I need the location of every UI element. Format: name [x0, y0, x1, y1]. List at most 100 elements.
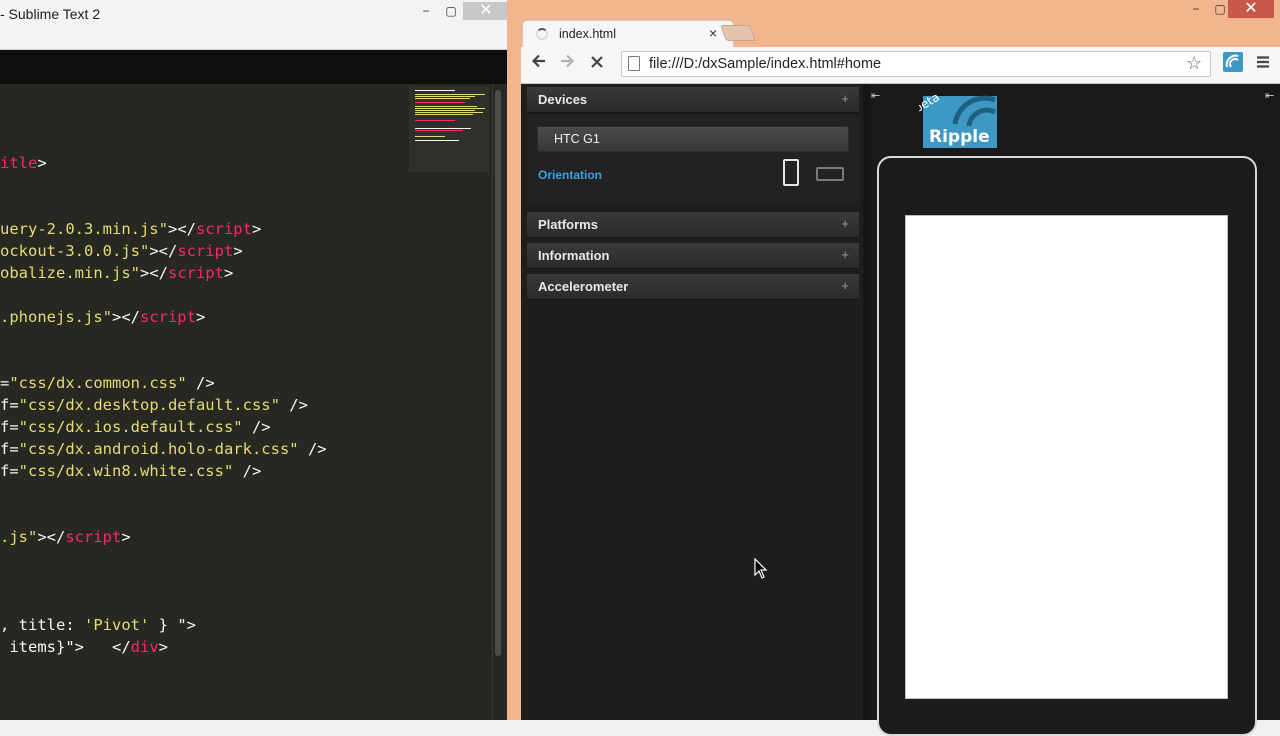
device-select[interactable]: HTC G1 — [537, 126, 849, 152]
sublime-tab-bar — [0, 50, 507, 84]
code-token: > — [251, 220, 262, 238]
browser-tab[interactable]: index.html × — [522, 20, 734, 48]
url-text: file:///D:/dxSample/index.html#home — [649, 56, 882, 72]
minimap-line — [415, 94, 485, 95]
panel-header-information[interactable]: Information + — [527, 243, 859, 269]
code-token: f= — [0, 418, 19, 436]
code-line[interactable]: f="css/dx.win8.white.css" /> — [0, 460, 261, 482]
minimap-line — [415, 120, 455, 121]
panel-expand-icon[interactable]: + — [841, 247, 849, 262]
sublime-maximize-button[interactable]: ▢ — [437, 2, 465, 20]
code-token: ></ — [139, 264, 168, 282]
code-token: > — [37, 154, 47, 172]
code-token: "css/dx.ios.default.css" — [18, 418, 243, 436]
sublime-titlebar: - Sublime Text 2 − ▢ ✕ — [0, 0, 509, 50]
minimap-line — [415, 130, 463, 131]
panel-expand-icon[interactable]: + — [841, 278, 849, 293]
minimap-line — [415, 108, 485, 109]
code-token: .phonejs.js" — [0, 308, 112, 326]
collapse-left-icon[interactable]: ⇤ — [871, 89, 880, 102]
minimap-line — [415, 128, 471, 129]
sublime-close-button[interactable]: ✕ — [463, 2, 509, 20]
minimap-line — [415, 110, 475, 111]
tab-title: index.html — [559, 27, 616, 41]
panel-label: Devices — [538, 92, 588, 107]
code-line[interactable]: items}"> </div> — [0, 636, 168, 658]
bookmark-star-icon[interactable]: ☆ — [1186, 53, 1202, 74]
code-line[interactable]: .js"></script> — [0, 526, 131, 548]
code-editor[interactable]: itle> uery-2.0.3.min.js"></script> ockout-… — [0, 84, 492, 720]
page-viewport: Devices + HTC G1 Orientation Platforms +… — [521, 84, 1280, 736]
code-token: "css/dx.common.css" — [9, 374, 187, 392]
code-line[interactable]: .phonejs.js"></script> — [0, 306, 205, 328]
panel-label: Platforms — [538, 217, 598, 232]
panel-header-platforms[interactable]: Platforms + — [527, 212, 859, 238]
device-frame — [877, 156, 1257, 736]
tab-close-icon[interactable]: × — [709, 25, 717, 41]
code-line[interactable]: ockout-3.0.0.js"></script> — [0, 240, 243, 262]
panel-expand-icon[interactable]: + — [841, 91, 849, 106]
minimap-line — [415, 102, 465, 103]
code-line[interactable]: uery-2.0.3.min.js"></script> — [0, 218, 261, 240]
code-token: ></ — [37, 528, 66, 546]
code-line[interactable]: f="css/dx.ios.default.css" /> — [0, 416, 271, 438]
panel-label: Information — [538, 248, 610, 263]
code-token: = — [0, 374, 10, 392]
code-token: /> — [186, 374, 215, 392]
minimap-line — [415, 136, 445, 137]
sublime-window-title: - Sublime Text 2 — [0, 6, 101, 22]
devices-panel-body: HTC G1 Orientation — [527, 115, 859, 205]
code-line[interactable]: f="css/dx.desktop.default.css" /> — [0, 394, 308, 416]
new-tab-button[interactable] — [720, 25, 756, 41]
device-select-value: HTC G1 — [554, 132, 600, 146]
forward-arrow-icon[interactable] — [555, 52, 579, 76]
editor-scrollbar-thumb[interactable] — [495, 90, 501, 656]
code-token: /> — [242, 418, 271, 436]
minimap-line — [415, 112, 483, 113]
code-token: ></ — [149, 242, 178, 260]
stop-loading-icon[interactable] — [585, 52, 609, 76]
code-token: ockout-3.0.0.js" — [0, 242, 150, 260]
orientation-label: Orientation — [538, 168, 603, 182]
code-line[interactable]: itle> — [0, 152, 47, 174]
minimap-line — [415, 106, 477, 107]
device-screen[interactable] — [905, 215, 1228, 699]
portrait-orientation-icon[interactable] — [783, 159, 799, 186]
sublime-minimize-button[interactable]: − — [412, 2, 440, 20]
device-preview-area: ⇤ ⇤ Ripple beta — [869, 84, 1280, 736]
ripple-logo-text: Ripple — [929, 127, 990, 147]
sublime-window: - Sublime Text 2 − ▢ ✕ itle> uery-2.0.3.m… — [0, 0, 509, 720]
code-token: obalize.min.js" — [0, 264, 140, 282]
code-line[interactable]: obalize.min.js"></script> — [0, 262, 233, 284]
chrome-close-button[interactable]: ✕ — [1228, 0, 1274, 18]
code-token: script — [65, 528, 122, 546]
panel-header-accelerometer[interactable]: Accelerometer + — [527, 274, 859, 300]
minimap-line — [415, 114, 473, 115]
panel-label: Accelerometer — [538, 279, 629, 294]
code-token: > — [158, 638, 168, 656]
code-token: "css/dx.win8.white.css" — [18, 462, 234, 480]
code-line[interactable]: , title: 'Pivot' } "> — [0, 614, 196, 636]
menu-icon[interactable] — [1251, 52, 1275, 76]
code-token: script — [167, 264, 224, 282]
ripple-extension-icon[interactable] — [1221, 52, 1245, 76]
ripple-logo: Ripple beta — [911, 90, 997, 148]
ripple-settings-panel: Devices + HTC G1 Orientation Platforms +… — [521, 84, 863, 720]
collapse-right-icon[interactable]: ⇤ — [1265, 89, 1274, 102]
back-arrow-icon[interactable] — [527, 52, 551, 76]
minimap-line — [415, 98, 470, 99]
code-token: f= — [0, 396, 19, 414]
chrome-window: − ▢ ✕ index.html × file:///D:/dxSample/i… — [514, 0, 1280, 736]
minimap[interactable] — [409, 86, 489, 172]
code-token: > — [121, 528, 131, 546]
address-bar[interactable]: file:///D:/dxSample/index.html#home ☆ — [621, 51, 1211, 77]
code-line[interactable]: f="css/dx.android.holo-dark.css" /> — [0, 438, 327, 460]
minimap-line — [415, 140, 459, 141]
code-token: > — [223, 264, 234, 282]
code-token: "css/dx.android.holo-dark.css" — [18, 440, 299, 458]
panel-expand-icon[interactable]: + — [841, 216, 849, 231]
panel-header-devices[interactable]: Devices + — [527, 87, 859, 113]
landscape-orientation-icon[interactable] — [816, 167, 844, 181]
code-line[interactable]: ="css/dx.common.css" /> — [0, 372, 215, 394]
code-token: f= — [0, 462, 19, 480]
